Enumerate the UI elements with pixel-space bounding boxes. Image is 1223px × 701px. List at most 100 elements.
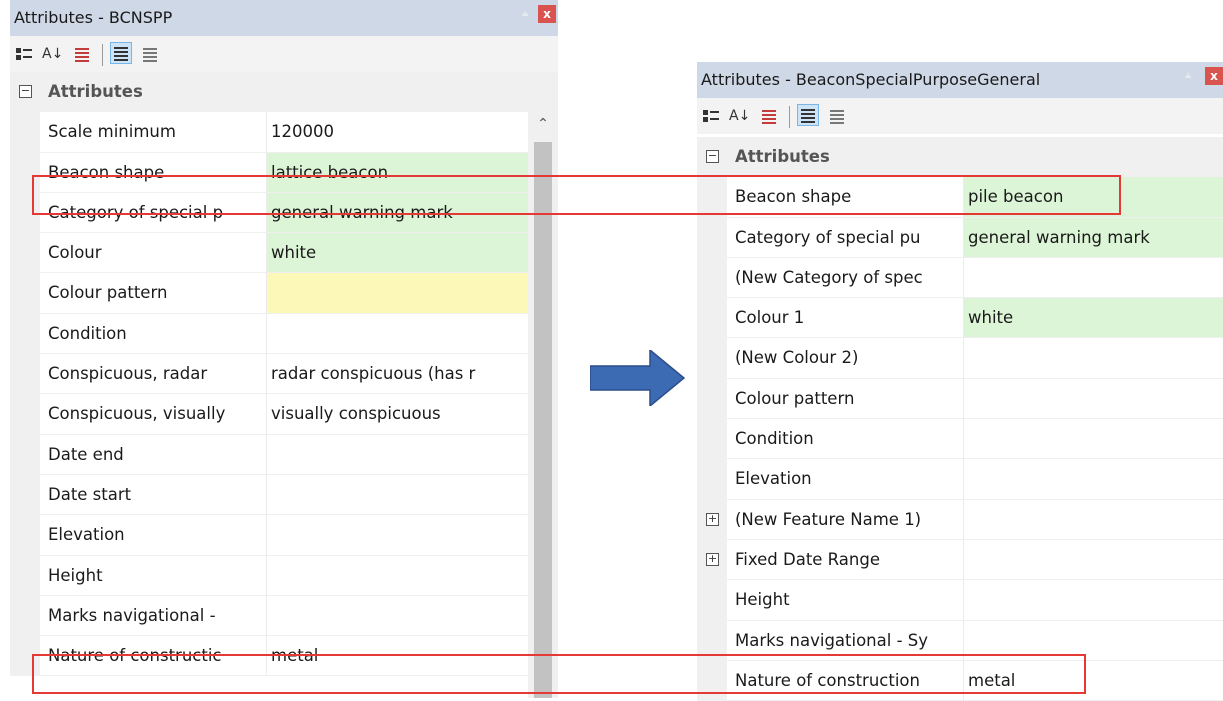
row-gutter <box>10 474 40 516</box>
row-gutter <box>697 298 727 339</box>
property-value[interactable]: 120000 <box>266 112 528 153</box>
category-row[interactable]: − Attributes <box>10 72 558 113</box>
category-label: Attributes <box>48 82 143 101</box>
property-name: Elevation <box>727 459 963 500</box>
view-icon-1[interactable] <box>110 42 132 64</box>
view-icon-2[interactable] <box>140 44 160 64</box>
property-value[interactable] <box>963 539 1223 581</box>
property-value[interactable] <box>266 595 528 637</box>
row-gutter <box>697 257 727 299</box>
row-gutter <box>10 112 40 153</box>
row-gutter <box>697 580 727 621</box>
expand-icon[interactable]: + <box>706 552 719 566</box>
right-arrow-icon <box>590 350 686 406</box>
view-icon-2[interactable] <box>827 106 847 126</box>
attributes-panel-right: Attributes - BeaconSpecialPurposeGeneral… <box>697 0 1223 701</box>
row-gutter <box>697 338 727 379</box>
property-name: Colour <box>40 233 266 274</box>
property-value[interactable] <box>266 273 528 314</box>
property-row[interactable]: Colour pattern <box>697 378 1223 420</box>
row-gutter: + <box>697 539 727 581</box>
property-row[interactable]: + (New Feature Name 1) <box>697 499 1223 540</box>
property-row[interactable]: Marks navigational - <box>10 595 558 637</box>
collapse-icon[interactable]: − <box>706 150 719 163</box>
view-icon-1[interactable] <box>797 104 819 126</box>
property-name: Date end <box>40 435 266 475</box>
row-gutter <box>10 233 40 274</box>
property-row[interactable]: Elevation <box>697 459 1223 500</box>
property-value[interactable] <box>963 419 1223 460</box>
property-row[interactable]: + Fixed Date Range <box>697 539 1223 581</box>
property-row[interactable]: Date start <box>10 474 558 516</box>
pin-icon[interactable]: ⫨ <box>1185 68 1191 82</box>
property-value[interactable] <box>266 313 528 355</box>
property-name: (New Category of spec <box>727 258 963 299</box>
sort-az-icon[interactable]: A↓ <box>729 106 750 126</box>
close-button[interactable]: x <box>1205 67 1223 85</box>
pin-icon[interactable]: ⫨ <box>522 6 528 20</box>
property-value[interactable] <box>963 459 1223 500</box>
panel-title: Attributes - BCNSPP <box>14 8 173 27</box>
panel-titlebar[interactable]: Attributes - BeaconSpecialPurposeGeneral… <box>697 62 1223 98</box>
row-gutter <box>10 394 40 435</box>
collapse-icon[interactable]: − <box>19 85 32 98</box>
expand-icon[interactable]: + <box>706 512 719 526</box>
property-value[interactable]: general warning mark <box>963 217 1223 258</box>
property-row[interactable]: (New Category of spec <box>697 257 1223 299</box>
property-pages-icon[interactable] <box>759 106 779 126</box>
row-gutter <box>697 378 727 420</box>
property-value[interactable]: white <box>963 298 1223 339</box>
property-value[interactable] <box>266 555 528 596</box>
toolbar-separator <box>102 44 103 66</box>
property-row[interactable]: Colour white <box>10 233 558 274</box>
property-value[interactable] <box>963 499 1223 540</box>
property-row[interactable]: Height <box>10 555 558 596</box>
property-grid: − Attributes Beacon shape pile beacon Cate… <box>697 137 1223 701</box>
property-name: Height <box>727 580 963 621</box>
property-value[interactable] <box>963 580 1223 621</box>
property-name: Condition <box>40 314 266 355</box>
property-row[interactable]: (New Colour 2) <box>697 338 1223 379</box>
property-value[interactable] <box>963 378 1223 420</box>
panel-titlebar[interactable]: Attributes - BCNSPP ⫨ x <box>10 0 558 36</box>
property-row[interactable]: Condition <box>10 313 558 355</box>
property-name: Category of special pu <box>727 218 963 258</box>
categorized-icon[interactable] <box>701 106 721 126</box>
row-gutter <box>10 434 40 475</box>
property-name: Colour pattern <box>727 379 963 420</box>
property-row[interactable]: Colour pattern <box>10 273 558 314</box>
property-name: Marks navigational - <box>40 596 266 637</box>
property-row[interactable]: Height <box>697 580 1223 621</box>
property-value[interactable]: radar conspicuous (has r <box>266 354 528 395</box>
property-name: Condition <box>727 419 963 460</box>
property-value[interactable] <box>266 515 528 556</box>
row-gutter <box>10 354 40 395</box>
category-row[interactable]: − Attributes <box>697 137 1223 178</box>
property-name: Scale minimum <box>40 112 266 153</box>
property-name: Conspicuous, radar <box>40 354 266 395</box>
property-row[interactable]: Date end <box>10 434 558 475</box>
panel-toolbar: A↓ <box>10 36 558 72</box>
property-value[interactable]: visually conspicuous <box>266 394 528 435</box>
property-pages-icon[interactable] <box>72 44 92 64</box>
sort-az-icon[interactable]: A↓ <box>42 44 63 64</box>
property-row[interactable]: Conspicuous, visually visually conspicuou… <box>10 394 558 435</box>
attributes-panel-left: Attributes - BCNSPP ⫨ x A↓ − Attributes … <box>10 0 558 698</box>
property-row[interactable]: Elevation <box>10 515 558 556</box>
property-row[interactable]: Category of special pu general warning ma… <box>697 217 1223 258</box>
scroll-up-icon[interactable]: ⌃ <box>528 116 558 132</box>
property-row[interactable]: Conspicuous, radar radar conspicuous (has… <box>10 354 558 395</box>
property-value[interactable] <box>266 474 528 516</box>
property-value[interactable] <box>963 338 1223 379</box>
property-value[interactable]: white <box>266 233 528 274</box>
property-row[interactable]: Condition <box>697 419 1223 460</box>
property-value[interactable] <box>963 257 1223 299</box>
row-gutter <box>10 515 40 556</box>
scrollbar-thumb[interactable] <box>534 142 552 698</box>
property-row[interactable]: Colour 1 white <box>697 298 1223 339</box>
property-row[interactable]: Scale minimum 120000 <box>10 112 558 153</box>
close-button[interactable]: x <box>538 5 556 23</box>
property-value[interactable] <box>266 434 528 475</box>
categorized-icon[interactable] <box>14 44 34 64</box>
row-gutter <box>10 313 40 355</box>
